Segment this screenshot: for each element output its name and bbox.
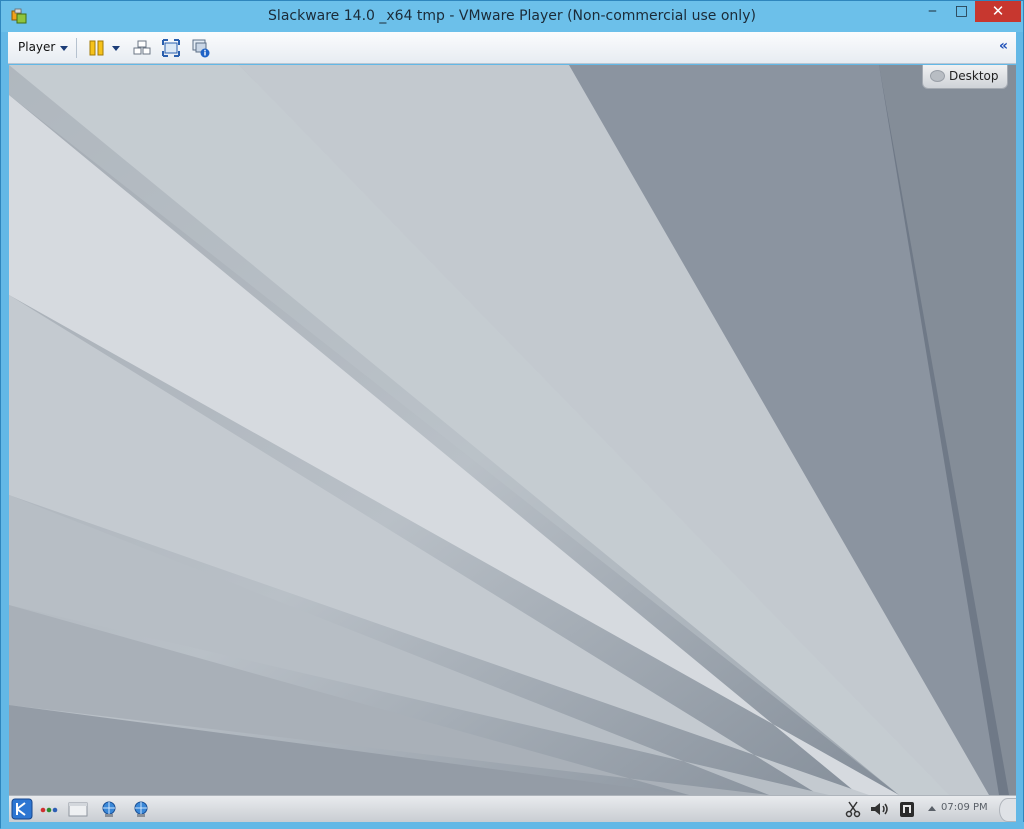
kde-menu-icon[interactable]	[11, 798, 33, 820]
pause-dropdown-chevron-down-icon[interactable]	[112, 46, 120, 51]
clipboard-scissors-icon[interactable]	[843, 799, 863, 819]
minimize-button[interactable]: ‒	[918, 1, 947, 22]
send-ctrl-alt-del-icon[interactable]	[132, 38, 152, 58]
unity-icon[interactable]	[191, 38, 211, 58]
clock[interactable]: 07:09 PM	[941, 802, 988, 813]
kde-wallpaper	[9, 65, 1016, 795]
tray-arrow-icon[interactable]	[928, 806, 936, 811]
pause-icon[interactable]	[87, 38, 107, 58]
panel-toolbox-icon[interactable]	[999, 798, 1016, 822]
player-menu-chevron-down-icon[interactable]	[60, 46, 68, 51]
volume-icon[interactable]	[868, 799, 892, 819]
window-title: Slackware 14.0 _x64 tmp - VMware Player …	[268, 8, 756, 24]
network-globe-icon[interactable]	[99, 799, 119, 819]
maximize-icon: □	[954, 3, 969, 19]
minimize-icon: ‒	[928, 3, 937, 19]
kde-panel: 07:09 PM	[9, 795, 1016, 822]
close-icon: ✕	[991, 2, 1005, 20]
network-globe-icon[interactable]	[131, 799, 151, 819]
desktop-toolbox-button[interactable]: Desktop	[922, 65, 1008, 89]
close-button[interactable]: ✕	[975, 1, 1021, 22]
device-notifier-icon[interactable]	[897, 799, 917, 819]
fullscreen-icon[interactable]	[161, 38, 181, 58]
maximize-button[interactable]: □	[947, 1, 976, 22]
guest-desktop[interactable]: Desktop	[9, 65, 1016, 795]
player-menu-label: Player	[18, 40, 56, 54]
desktop-button-label: Desktop	[949, 69, 999, 83]
desktop-folder-icon[interactable]	[68, 799, 88, 819]
cashew-icon	[930, 70, 945, 82]
player-toolbar: Player «	[8, 32, 1016, 64]
toolbar-divider	[76, 38, 77, 58]
player-menu[interactable]: Player	[18, 40, 55, 54]
vmware-window: Slackware 14.0 _x64 tmp - VMware Player …	[0, 0, 1024, 829]
activity-dots-icon[interactable]	[39, 799, 59, 819]
title-bar[interactable]: Slackware 14.0 _x64 tmp - VMware Player …	[1, 1, 1023, 32]
collapse-toolbar-icon[interactable]: «	[999, 38, 1008, 54]
